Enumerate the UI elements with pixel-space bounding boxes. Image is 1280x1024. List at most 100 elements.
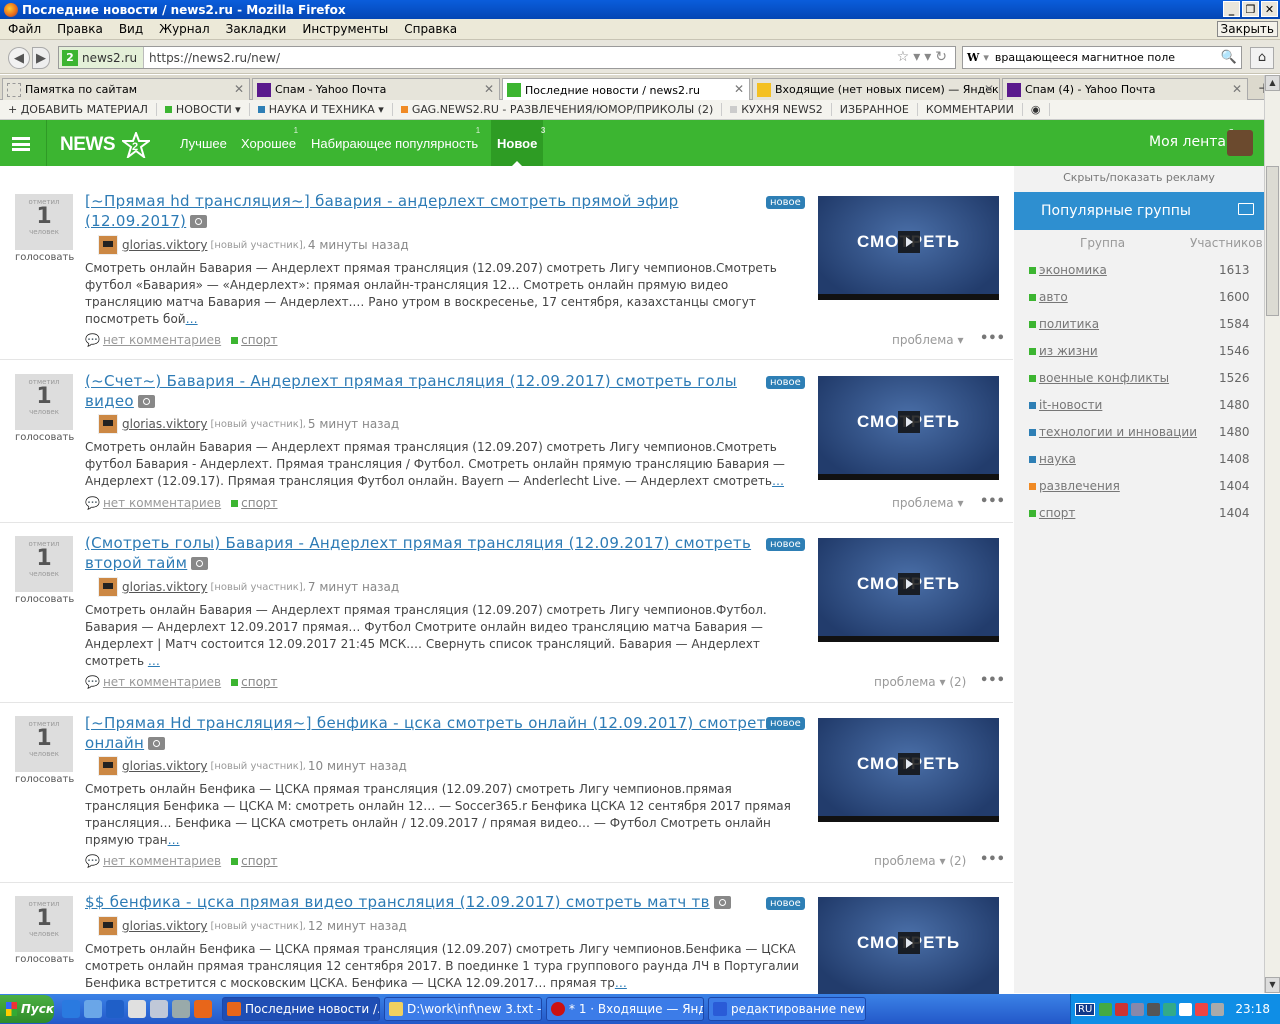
close-button[interactable]: Закрыть — [1216, 21, 1278, 37]
user-avatar[interactable] — [1227, 130, 1253, 156]
tray-icon-2[interactable] — [1115, 1002, 1129, 1016]
task-firefox[interactable]: Последние новости /... — [222, 997, 380, 1021]
comments-link[interactable]: нет комментариев — [103, 854, 221, 868]
play-icon[interactable] — [898, 932, 920, 954]
read-more-link[interactable]: … — [148, 654, 160, 668]
url-text[interactable]: https://news2.ru/new/ — [144, 51, 280, 65]
read-more-link[interactable]: … — [772, 474, 784, 488]
site-logo[interactable]: NEWS 2 — [60, 132, 150, 158]
menu-history[interactable]: Журнал — [151, 22, 218, 36]
author-link[interactable]: glorias.viktory — [122, 759, 207, 773]
menu-help[interactable]: Справка — [396, 22, 465, 36]
read-more-link[interactable]: … — [186, 312, 198, 326]
rss-icon[interactable]: ◉ — [1023, 103, 1050, 116]
scroll-down-arrow-icon[interactable]: ▼ — [1265, 977, 1280, 993]
news-title-link[interactable]: (~Счет~) Бавария - Андерлехт прямая тран… — [85, 371, 775, 411]
category-link[interactable]: спорт — [241, 496, 277, 510]
menu-view[interactable]: Вид — [111, 22, 151, 36]
url-controls[interactable]: ☆▾▾↻ — [897, 49, 951, 65]
category-link[interactable]: спорт — [241, 675, 277, 689]
search-input[interactable]: W ▾ вращающееся магнитное поле 🔍 — [962, 46, 1242, 69]
start-button[interactable]: Пуск — [0, 995, 54, 1023]
menu-bookmarks[interactable]: Закладки — [218, 22, 295, 36]
back-button[interactable]: ◀ — [8, 47, 30, 69]
tray-icon-1[interactable] — [1099, 1002, 1113, 1016]
home-button[interactable]: ⌂ — [1250, 47, 1274, 69]
comments-link[interactable]: нет комментариев — [103, 333, 221, 347]
tab-pamyatka[interactable]: Памятка по сайтам ✕ — [2, 78, 250, 100]
search-icon[interactable]: 🔍 — [1221, 50, 1237, 65]
problem-dropdown[interactable]: проблема ▾ — [892, 496, 964, 510]
search-value[interactable]: вращающееся магнитное поле — [995, 51, 1175, 64]
search-engine-dropdown-icon[interactable]: ▾ — [983, 51, 989, 64]
calculator-icon[interactable] — [150, 1000, 168, 1018]
menu-file[interactable]: Файл — [0, 22, 49, 36]
tab-yahoo-spam[interactable]: Спам - Yahoo Почта ✕ — [252, 78, 500, 100]
author-avatar[interactable] — [98, 916, 118, 936]
tray-icon-5[interactable] — [1163, 1002, 1177, 1016]
firefox-icon[interactable] — [194, 1000, 212, 1018]
bookmark-science[interactable]: НАУКА И ТЕХНИКА ▾ — [250, 103, 393, 116]
nav-best[interactable]: Лучшее — [180, 120, 227, 166]
bookmark-favorites[interactable]: ИЗБРАННОЕ — [832, 103, 918, 116]
tray-icon-4[interactable] — [1147, 1002, 1161, 1016]
notepad-icon[interactable] — [128, 1000, 146, 1018]
tab-close-icon[interactable]: ✕ — [734, 82, 744, 96]
news-title-link[interactable]: (Смотреть голы) Бавария - Андерлехт прям… — [85, 533, 775, 573]
group-link[interactable]: it-новости — [1039, 398, 1219, 412]
vote-link[interactable]: голосовать — [15, 432, 74, 443]
vote-link[interactable]: голосовать — [15, 954, 74, 965]
author-avatar[interactable] — [98, 577, 118, 597]
vote-box[interactable]: отметил 1 человек — [15, 896, 73, 952]
problem-dropdown[interactable]: проблема ▾ — [892, 333, 964, 347]
category-link[interactable]: спорт — [241, 854, 277, 868]
forward-button[interactable]: ▶ — [32, 47, 50, 69]
read-more-link[interactable]: … — [168, 833, 180, 847]
nav-rising[interactable]: Набирающее популярность 1 — [311, 120, 480, 166]
language-indicator[interactable]: RU — [1075, 1002, 1096, 1016]
news-title-link[interactable]: [~Прямая Hd трансляция~] бенфика - цска … — [85, 713, 775, 753]
video-thumbnail[interactable]: СМОТРЕТЬ — [818, 718, 999, 822]
bookmark-add-material[interactable]: + ДОБАВИТЬ МАТЕРИАЛ — [0, 103, 157, 116]
more-options-icon[interactable]: ••• — [980, 852, 1005, 867]
bookmark-gag[interactable]: GAG.NEWS2.RU - РАЗВЛЕЧЕНИЯ/ЮМОР/ПРИКОЛЫ … — [393, 103, 723, 116]
tab-yandex-mail[interactable]: Входящие (нет новых писем) — Яндекс.Почт… — [752, 78, 1000, 100]
bookmark-news[interactable]: НОВОСТИ ▾ — [157, 103, 250, 116]
author-link[interactable]: glorias.viktory — [122, 580, 207, 594]
folder-icon[interactable] — [1238, 203, 1254, 215]
url-bar[interactable]: 2 news2.ru https://news2.ru/new/ ☆▾▾↻ — [58, 46, 956, 69]
tray-icon-6[interactable] — [1179, 1002, 1193, 1016]
author-avatar[interactable] — [98, 756, 118, 776]
quicklaunch-icon-2[interactable] — [172, 1000, 190, 1018]
vote-box[interactable]: отметил 1 человек — [15, 374, 73, 430]
vote-link[interactable]: голосовать — [15, 252, 74, 263]
video-thumbnail[interactable]: СМОТРЕТЬ — [818, 538, 999, 642]
video-thumbnail[interactable]: СМОТРЕТЬ — [818, 897, 999, 994]
group-link[interactable]: из жизни — [1039, 344, 1219, 358]
group-link[interactable]: авто — [1039, 290, 1219, 304]
play-icon[interactable] — [898, 231, 920, 253]
tab-close-icon[interactable]: ✕ — [234, 82, 244, 96]
author-link[interactable]: glorias.viktory — [122, 417, 207, 431]
nav-new[interactable]: Новое 3 — [491, 120, 545, 166]
vote-box[interactable]: отметил 1 человек — [15, 716, 73, 772]
problem-dropdown[interactable]: проблема ▾ (2) — [874, 675, 966, 689]
site-identity[interactable]: 2 news2.ru — [59, 47, 145, 68]
group-link[interactable]: наука — [1039, 452, 1219, 466]
author-link[interactable]: glorias.viktory — [122, 238, 207, 252]
tray-icon-7[interactable] — [1195, 1002, 1209, 1016]
scroll-up-arrow-icon[interactable]: ▲ — [1265, 75, 1280, 91]
category-link[interactable]: спорт — [241, 333, 277, 347]
group-link[interactable]: экономика — [1039, 263, 1219, 277]
menu-edit[interactable]: Правка — [49, 22, 111, 36]
video-thumbnail[interactable]: СМОТРЕТЬ — [818, 196, 999, 300]
author-link[interactable]: glorias.viktory — [122, 919, 207, 933]
bookmark-comments[interactable]: КОММЕНТАРИИ — [918, 103, 1023, 116]
vote-link[interactable]: голосовать — [15, 594, 74, 605]
minimize-button[interactable]: _ — [1223, 1, 1240, 17]
tab-close-icon[interactable]: ✕ — [484, 82, 494, 96]
play-icon[interactable] — [898, 753, 920, 775]
comments-link[interactable]: нет комментариев — [103, 496, 221, 510]
tray-icon-3[interactable] — [1131, 1002, 1145, 1016]
author-avatar[interactable] — [98, 414, 118, 434]
